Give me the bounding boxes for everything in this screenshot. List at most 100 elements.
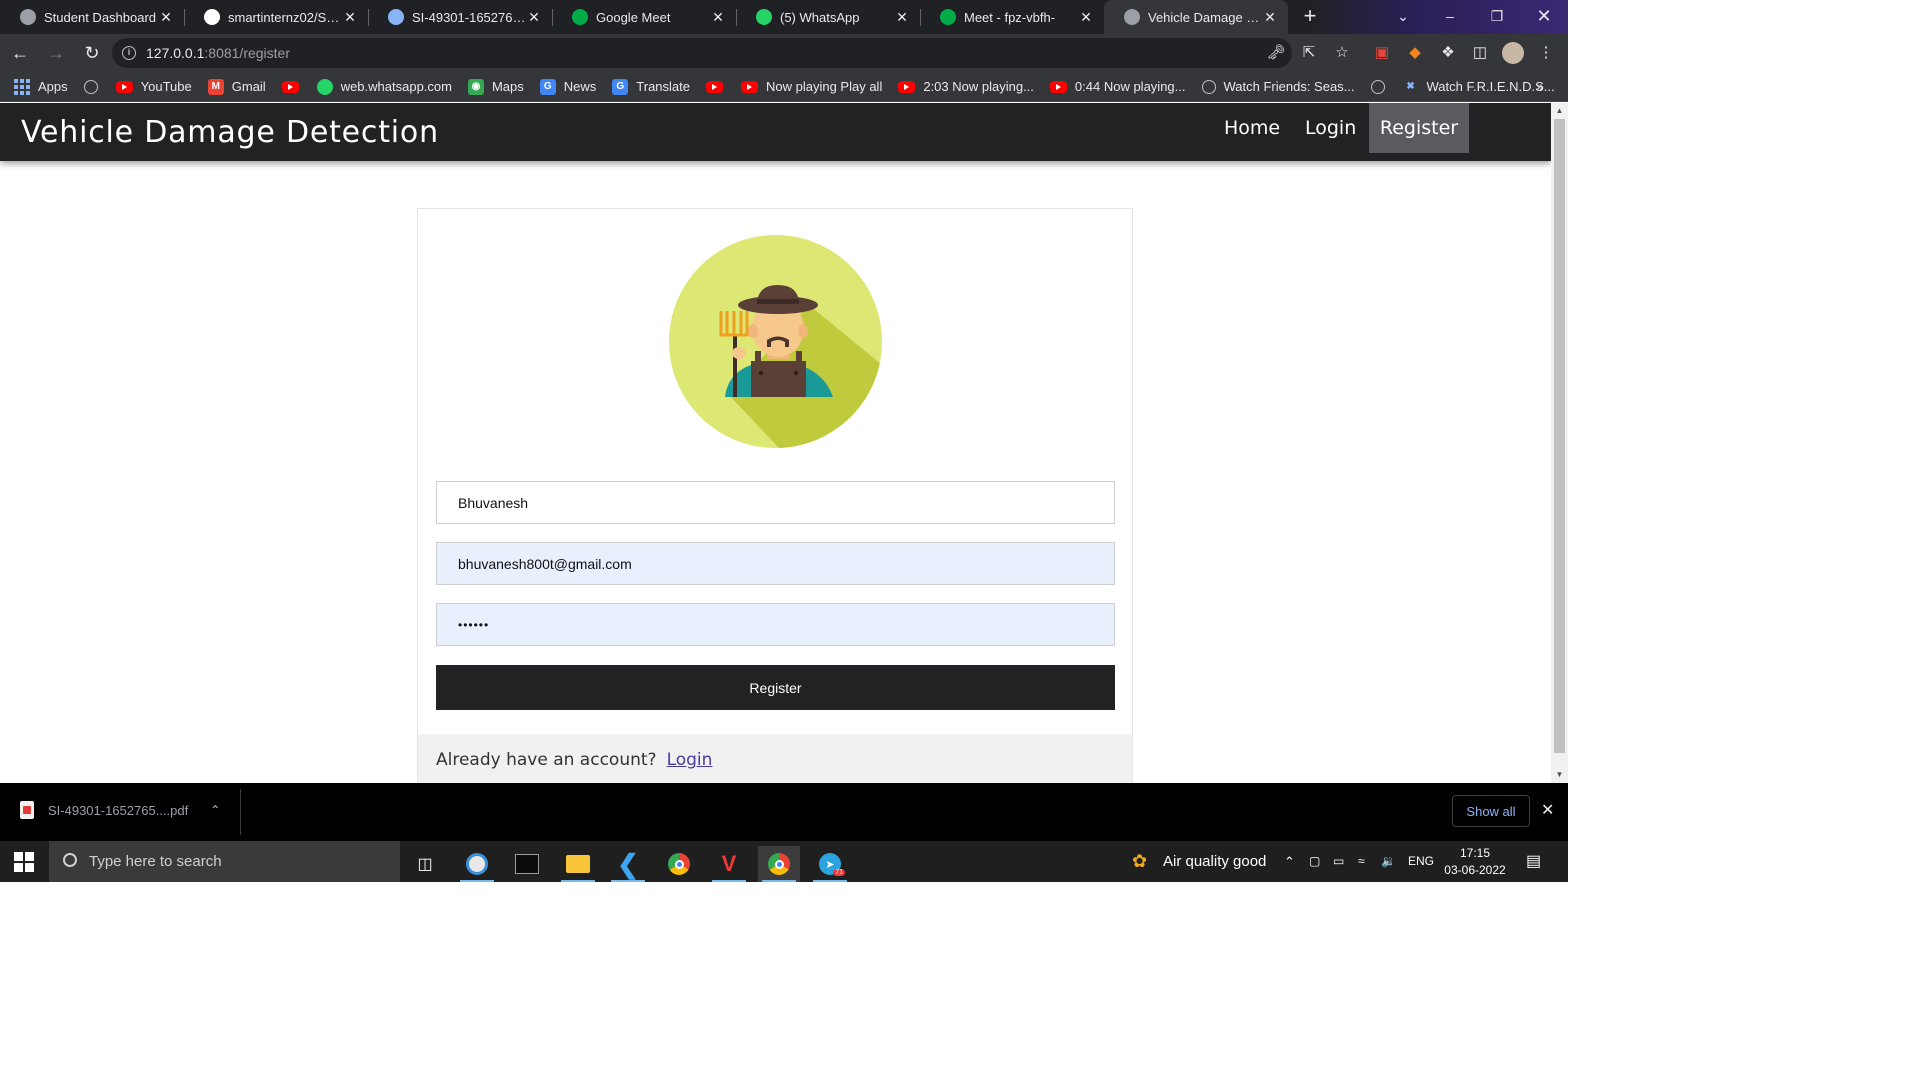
taskbar-terminal-app[interactable]	[506, 846, 548, 882]
show-all-downloads-button[interactable]: Show all	[1452, 795, 1530, 827]
bookmark-item[interactable]: Watch Friends: Seas...	[1201, 79, 1355, 94]
bookmark-item[interactable]	[83, 79, 106, 94]
page-scrollbar[interactable]: ▲ ▼	[1551, 103, 1568, 783]
browser-tab[interactable]: Meet - fpz-vbfh- ✕	[920, 0, 1104, 34]
github-icon	[204, 9, 220, 25]
browser-tab[interactable]: Student Dashboard ✕	[0, 0, 184, 34]
taskbar-file-explorer[interactable]	[557, 846, 599, 882]
notifications-icon[interactable]: ▤	[1526, 841, 1541, 882]
close-tab-icon[interactable]: ✕	[710, 9, 726, 26]
download-filename: SI-49301-1652765....pdf	[48, 802, 189, 818]
taskbar-telegram[interactable]: ➤ 71	[809, 846, 851, 882]
apps-bookmark-icon	[14, 78, 30, 95]
extensions-puzzle-icon[interactable]: ❖	[1438, 43, 1458, 63]
bookmark-item[interactable]	[1370, 79, 1393, 94]
bookmark-item[interactable]: Apps	[14, 78, 68, 95]
register-submit-button[interactable]: Register	[436, 665, 1115, 710]
windows-start-icon[interactable]	[14, 852, 34, 872]
scroll-down-icon[interactable]: ▼	[1551, 767, 1568, 783]
email-input[interactable]	[436, 542, 1115, 585]
bookmark-item[interactable]: ◉ Maps	[467, 78, 524, 95]
taskbar-paint-app[interactable]	[456, 846, 498, 882]
browser-tab[interactable]: smartinternz02/SI-GuidedProject✕	[184, 0, 368, 34]
forward-button[interactable]: →	[40, 37, 72, 69]
browser-tab[interactable]: (5) WhatsApp ✕	[736, 0, 920, 34]
browser-tab[interactable]: Vehicle Damage Detection✕	[1104, 0, 1288, 34]
language-indicator[interactable]: ENG	[1408, 841, 1434, 882]
weather-leaf-icon[interactable]: ✿	[1132, 841, 1147, 882]
tray-overflow-chevron-icon[interactable]: ⌃	[1284, 841, 1295, 882]
bookmark-item[interactable]: web.whatsapp.com	[316, 78, 452, 95]
bookmark-star-icon[interactable]: ☆	[1332, 43, 1352, 63]
volume-icon[interactable]: 🔉	[1381, 841, 1396, 882]
scroll-up-icon[interactable]: ▲	[1551, 103, 1568, 119]
chevron-up-icon[interactable]: ⌃	[210, 803, 220, 817]
system-clock[interactable]: 17:15 03-06-2022	[1444, 845, 1506, 879]
site-brand[interactable]: Vehicle Damage Detection	[21, 115, 439, 150]
close-tab-icon[interactable]: ✕	[526, 9, 542, 26]
taskbar-chrome-active[interactable]	[758, 846, 800, 882]
download-item[interactable]: SI-49301-1652765....pdf ⌃	[20, 801, 220, 819]
password-input[interactable]	[436, 603, 1115, 646]
nav-home-link[interactable]: Home	[1208, 103, 1296, 153]
device-icon[interactable]: ▢	[1309, 841, 1320, 882]
browser-tab[interactable]: SI-49301-1652765157✕	[368, 0, 552, 34]
nav-login-link[interactable]: Login	[1289, 103, 1372, 153]
bookmark-item[interactable]: ✖ Watch F.R.I.E.N.D.S...	[1403, 79, 1554, 95]
browser-menu-icon[interactable]: ⋮	[1536, 43, 1556, 63]
bookmark-item[interactable]: YouTube	[115, 79, 192, 94]
bookmark-item[interactable]: M Gmail	[207, 78, 266, 95]
weather-status[interactable]: Air quality good	[1163, 841, 1266, 882]
back-button[interactable]: ←	[4, 37, 36, 69]
scrollbar-thumb[interactable]	[1554, 119, 1565, 753]
url-path: :8081/register	[204, 45, 290, 61]
bookmark-item[interactable]	[706, 80, 731, 93]
bookmarks-overflow-icon[interactable]: »	[1536, 78, 1544, 94]
taskbar-chrome[interactable]	[658, 846, 700, 882]
new-tab-button[interactable]: +	[1296, 3, 1324, 31]
close-download-bar-icon[interactable]: ✕	[1541, 800, 1554, 820]
battery-icon[interactable]: ▭	[1333, 841, 1344, 882]
site-info-icon[interactable]: i	[122, 46, 136, 60]
wifi-icon[interactable]: ≈	[1358, 841, 1365, 882]
address-bar[interactable]: i 127.0.0.1:8081/register	[112, 38, 1292, 68]
metamask-extension-icon[interactable]: ◆	[1405, 43, 1425, 63]
taskbar-vscode[interactable]: ❮	[607, 846, 649, 882]
vivaldi-icon: V	[721, 851, 737, 876]
profile-avatar[interactable]	[1502, 42, 1524, 64]
taskbar-vivaldi[interactable]: V	[708, 846, 750, 882]
close-tab-icon[interactable]: ✕	[1078, 9, 1094, 26]
bookmark-item[interactable]: G Translate	[612, 78, 690, 95]
paint-icon	[466, 853, 488, 875]
close-window-button[interactable]: ✕	[1521, 0, 1567, 34]
tab-search-icon[interactable]: ⌄	[1380, 0, 1426, 34]
password-key-icon[interactable]: 🗝	[1266, 43, 1286, 63]
close-tab-icon[interactable]: ✕	[1262, 9, 1278, 26]
close-tab-icon[interactable]: ✕	[894, 9, 910, 26]
name-input[interactable]	[436, 481, 1115, 524]
close-tab-icon[interactable]: ✕	[342, 9, 358, 26]
reload-button[interactable]: ↻	[76, 37, 108, 69]
login-link[interactable]: Login	[667, 750, 713, 770]
share-icon[interactable]: ⇱	[1299, 43, 1319, 63]
telegram-badge: 71	[833, 869, 845, 876]
bookmark-item[interactable]	[281, 80, 307, 93]
bookmark-item[interactable]: 0:44 Now playing...	[1049, 79, 1186, 94]
bookmark-item[interactable]: 2:03 Now playing...	[898, 79, 1034, 94]
page-viewport: Vehicle Damage Detection Home Login Regi…	[0, 103, 1551, 783]
farmer-avatar-icon	[669, 235, 882, 448]
bookmark-item[interactable]: Now playing Play all	[741, 79, 882, 94]
task-view-icon[interactable]: ◫	[404, 846, 446, 882]
minimize-button[interactable]: –	[1427, 0, 1473, 34]
whatsapp-icon	[756, 9, 772, 25]
bookmark-item[interactable]: G News	[539, 78, 596, 95]
close-tab-icon[interactable]: ✕	[158, 9, 174, 26]
globe-icon	[20, 9, 36, 25]
taskbar-search-box[interactable]: Type here to search	[49, 841, 400, 882]
register-card: Register Already have an account? Login	[417, 208, 1133, 783]
side-panel-icon[interactable]: ◫	[1470, 43, 1490, 63]
browser-tab[interactable]: Google Meet ✕	[552, 0, 736, 34]
nav-register-link[interactable]: Register	[1369, 103, 1469, 153]
restore-button[interactable]: ❐	[1474, 0, 1520, 34]
cast-icon[interactable]: ▣	[1372, 43, 1392, 63]
